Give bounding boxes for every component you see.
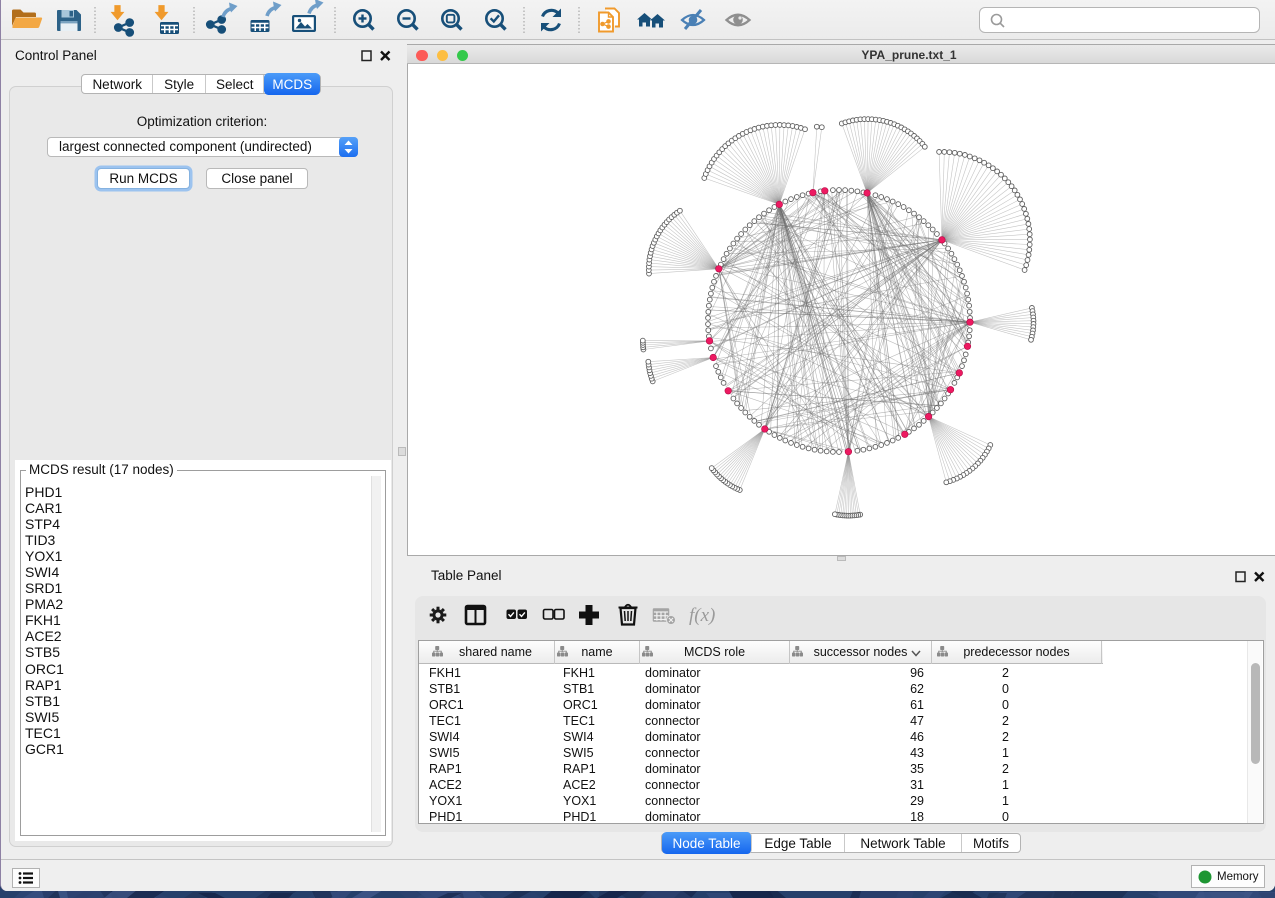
svg-text:f(x): f(x) [689, 605, 715, 626]
